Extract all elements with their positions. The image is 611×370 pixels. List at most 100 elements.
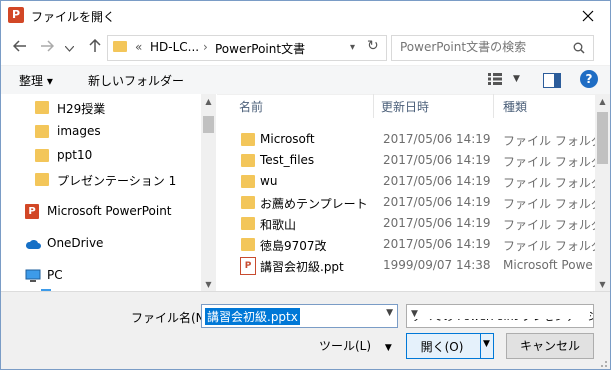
view-list-icon xyxy=(488,73,502,85)
file-date: 2017/05/06 14:19 xyxy=(383,216,491,230)
scroll-down-icon[interactable]: ▼ xyxy=(595,280,610,289)
file-date: 2017/05/06 14:19 xyxy=(383,153,491,167)
preview-pane-icon xyxy=(554,74,560,87)
sort-ascending-icon: ^ xyxy=(435,94,443,100)
file-row[interactable]: Microsoft 2017/05/06 14:19 ファイル フォルダー xyxy=(223,129,610,150)
file-row[interactable]: wu 2017/05/06 14:19 ファイル フォルダー xyxy=(223,171,610,192)
filename-value[interactable]: 講習会初級.pptx xyxy=(205,308,300,325)
address-segment-drive[interactable]: HD-LC... xyxy=(150,40,199,54)
address-bar[interactable]: « HD-LC... › PowerPoint文書 ▾ ↻ xyxy=(107,35,387,61)
help-button[interactable]: ? xyxy=(580,70,598,88)
folder-icon xyxy=(35,101,49,114)
column-header-date[interactable]: 更新日時 xyxy=(381,98,429,115)
chevron-down-icon[interactable]: ▼ xyxy=(411,309,590,319)
navigation-bar: « HD-LC... › PowerPoint文書 ▾ ↻ xyxy=(1,31,610,65)
filename-input[interactable]: 講習会初級.pptx ▼ xyxy=(201,304,398,328)
open-options-dropdown-icon[interactable]: ▼ xyxy=(483,339,490,349)
chevron-down-icon xyxy=(64,45,74,52)
nav-scrollbar[interactable]: ▲ ▼ xyxy=(201,94,216,291)
file-date: 2017/05/06 14:19 xyxy=(383,132,491,146)
open-split-divider xyxy=(480,334,481,358)
scroll-up-icon[interactable]: ▲ xyxy=(595,97,610,106)
file-row[interactable]: Test_files 2017/05/06 14:19 ファイル フォルダー xyxy=(223,150,610,171)
file-row[interactable]: P 講習会初級.ppt 1999/09/07 14:38 Microsoft P… xyxy=(223,255,595,276)
file-row[interactable]: 和歌山 2017/05/06 14:19 ファイル フォルダー xyxy=(223,213,610,234)
new-folder-button[interactable]: 新しいフォルダー xyxy=(88,72,184,89)
up-button[interactable] xyxy=(86,38,104,57)
file-name: 徳島9707改 xyxy=(260,239,327,253)
nav-item-label: OneDrive xyxy=(47,236,104,250)
file-row[interactable]: お薦めテンプレート 2017/05/06 14:19 ファイル フォルダー xyxy=(223,192,610,213)
file-list-scroll-thumb[interactable] xyxy=(597,112,608,164)
forward-button[interactable] xyxy=(38,39,56,57)
file-type: ファイル フォルダー xyxy=(503,134,610,148)
scroll-down-icon[interactable]: ▼ xyxy=(201,280,216,289)
folder-icon xyxy=(241,217,255,230)
powerpoint-file-icon: P xyxy=(240,257,256,275)
folder-icon xyxy=(241,154,255,167)
file-name: Test_files xyxy=(260,153,315,167)
back-button[interactable] xyxy=(11,39,29,57)
open-label: 開く(O) xyxy=(420,340,464,354)
file-date: 2017/05/06 14:19 xyxy=(383,237,491,251)
file-row[interactable]: 徳島9707改 2017/05/06 14:19 ファイル フォルダー xyxy=(223,234,610,255)
search-icon xyxy=(573,42,585,54)
breadcrumb-chevron-icon[interactable]: › xyxy=(203,40,208,54)
search-box[interactable] xyxy=(391,35,594,61)
column-header-name[interactable]: 名前 xyxy=(239,98,263,115)
file-name: wu xyxy=(260,174,278,188)
recent-locations-button[interactable] xyxy=(63,39,75,57)
folder-icon xyxy=(241,238,255,251)
filetype-select[interactable]: すべての PowerPoint プレゼンテーション ▼ xyxy=(406,304,594,328)
file-type: ファイル フォルダー xyxy=(503,239,610,253)
view-options-button[interactable] xyxy=(488,73,502,85)
file-type: ファイル フォルダー xyxy=(503,176,610,190)
folder-icon xyxy=(35,173,49,186)
column-header-type[interactable]: 種類 xyxy=(503,98,527,115)
powerpoint-icon: P xyxy=(25,204,39,219)
onedrive-cloud-icon xyxy=(25,239,41,249)
forward-arrow-icon xyxy=(41,40,55,52)
column-separator[interactable] xyxy=(493,94,494,118)
folder-icon xyxy=(35,149,49,162)
folder-icon xyxy=(113,41,127,52)
folder-icon xyxy=(35,125,49,138)
search-input[interactable] xyxy=(398,39,562,55)
back-arrow-icon xyxy=(12,40,26,52)
close-button[interactable] xyxy=(566,1,610,30)
column-separator[interactable] xyxy=(373,94,374,118)
powerpoint-app-icon: P xyxy=(8,7,24,23)
file-date: 1999/09/07 14:38 xyxy=(383,258,491,272)
refresh-icon[interactable]: ↻ xyxy=(367,38,379,54)
file-list-scrollbar[interactable]: ▲ ▼ xyxy=(595,94,610,291)
chevron-down-icon: ▼ xyxy=(384,343,392,353)
file-date: 2017/05/06 14:19 xyxy=(383,195,491,209)
scroll-up-icon[interactable]: ▲ xyxy=(201,97,216,106)
close-icon xyxy=(582,10,594,22)
address-dropdown-icon[interactable]: ▾ xyxy=(350,42,355,53)
tools-menu-button[interactable]: ツール(L) ▼ xyxy=(319,337,392,354)
folder-icon xyxy=(241,175,255,188)
preview-pane-button[interactable] xyxy=(543,73,561,88)
nav-item-label: Microsoft PowerPoint xyxy=(47,204,172,218)
chevron-down-icon[interactable]: ▼ xyxy=(386,308,393,318)
open-file-dialog: P ファイルを開く « HD-LC... › PowerPoint文書 ▾ ↻ xyxy=(0,0,611,370)
title-bar[interactable]: P ファイルを開く xyxy=(1,1,610,31)
resize-grip-icon[interactable] xyxy=(598,358,608,368)
dialog-title: ファイルを開く xyxy=(31,10,116,24)
file-name: 講習会初級.ppt xyxy=(260,260,344,274)
open-button[interactable]: 開く(O) ▼ xyxy=(406,333,494,359)
organize-menu[interactable]: 整理 ▾ xyxy=(19,72,53,89)
address-segment-folder[interactable]: PowerPoint文書 xyxy=(215,40,305,57)
address-overflow[interactable]: « xyxy=(135,40,142,54)
dialog-footer: ファイル名(N): 講習会初級.pptx ▼ すべての PowerPoint プ… xyxy=(1,291,610,369)
nav-folder-label: ppt10 xyxy=(57,148,93,162)
file-type: ファイル フォルダー xyxy=(503,155,610,169)
nav-scroll-thumb[interactable] xyxy=(203,116,214,133)
navigation-pane: H29授業 images ppt10 プレゼンテーション 1 P Microso… xyxy=(1,94,217,291)
file-type: Microsoft Powe xyxy=(503,258,593,272)
cancel-button[interactable]: キャンセル xyxy=(506,333,594,359)
command-bar: 整理 ▾ 新しいフォルダー ▼ ? xyxy=(1,65,610,95)
file-date: 2017/05/06 14:19 xyxy=(383,174,491,188)
view-dropdown-icon[interactable]: ▼ xyxy=(513,74,520,84)
